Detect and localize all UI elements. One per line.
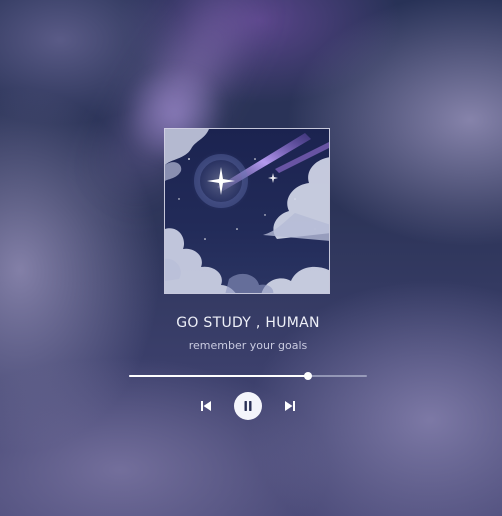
previous-button[interactable] xyxy=(198,398,214,414)
album-artwork xyxy=(164,128,330,294)
pause-icon xyxy=(244,401,252,411)
skip-next-icon xyxy=(285,401,295,411)
next-button[interactable] xyxy=(282,398,298,414)
progress-bar[interactable] xyxy=(129,372,367,380)
track-subtitle: remember your goals xyxy=(188,339,308,352)
track-title: GO STUDY , HUMAN xyxy=(176,315,320,331)
skip-previous-icon xyxy=(201,401,211,411)
progress-fill xyxy=(129,375,308,377)
play-pause-button[interactable] xyxy=(234,392,262,420)
progress-thumb[interactable] xyxy=(303,372,312,380)
